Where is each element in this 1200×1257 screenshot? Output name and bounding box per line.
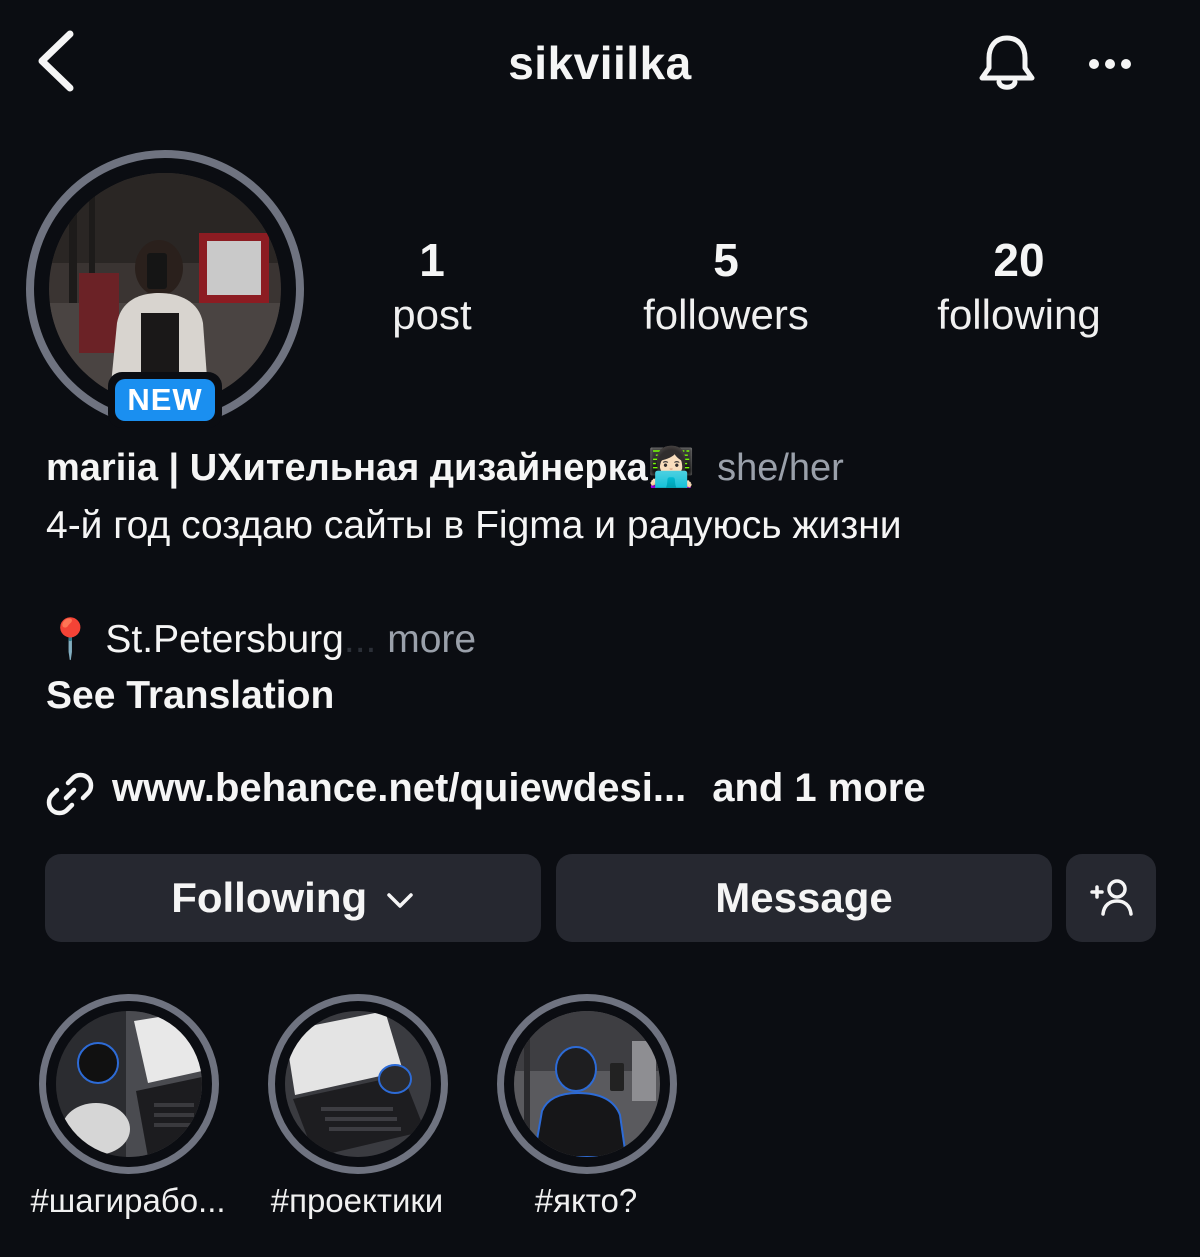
posts-stat[interactable]: 1 post [352,232,512,342]
more-links-link[interactable]: and 1 more [712,766,925,810]
highlight-3-cover [514,1011,660,1157]
notifications-button[interactable] [976,30,1038,94]
bio-ellipsis: ... [343,618,377,661]
message-button[interactable]: Message [556,854,1052,942]
followers-label: followers [643,291,809,338]
website-row: www.behance.net/quiewdesi... and 1 more [112,766,926,811]
technologist-emoji: 👩🏻‍💻 [647,447,696,489]
location-row: 📍 St.Petersburg... more [46,616,476,662]
new-badge: NEW [115,379,215,421]
posts-label: post [392,291,472,338]
chevron-down-icon [387,893,413,908]
highlight-2[interactable] [268,994,448,1174]
highlight-2-cover [285,1011,431,1157]
pronouns: she/her [717,447,844,489]
profile-photo [49,173,281,405]
display-name-row: mariia | UXительная дизайнерка👩🏻‍💻 she/he… [46,446,844,490]
link-icon [46,770,94,818]
following-count: 20 [993,234,1045,286]
highlight-1[interactable] [39,994,219,1174]
bio-text: 4-й год создаю сайты в Figma и радуюсь ж… [46,504,902,547]
website-link[interactable]: www.behance.net/quiewdesi... [112,766,686,810]
posts-count: 1 [419,234,445,286]
highlight-3-label: #якто? [534,1182,638,1219]
following-button-label: Following [171,874,368,921]
highlight-1-cover [56,1011,202,1157]
more-options-button[interactable] [1084,42,1136,86]
following-label: following [937,291,1101,338]
bio-more-link[interactable]: more [387,618,476,661]
highlight-2-label: #проектики [270,1182,444,1219]
bell-icon [979,32,1035,90]
following-stat[interactable]: 20 following [910,232,1128,342]
following-button[interactable]: Following [45,854,541,942]
location-text: St.Petersburg [105,618,344,661]
highlight-3[interactable] [497,994,677,1174]
more-horizontal-icon [1089,59,1131,69]
avatar[interactable] [49,173,281,405]
add-person-icon [1090,879,1133,916]
followers-count: 5 [713,234,739,286]
suggest-people-button[interactable] [1066,854,1156,942]
pin-icon: 📍 [46,618,95,661]
highlight-1-label: #шагирабо... [30,1182,226,1219]
see-translation-link[interactable]: See Translation [46,674,334,718]
followers-stat[interactable]: 5 followers [620,232,832,342]
display-name: mariia | UXительная дизайнерка [46,447,648,489]
